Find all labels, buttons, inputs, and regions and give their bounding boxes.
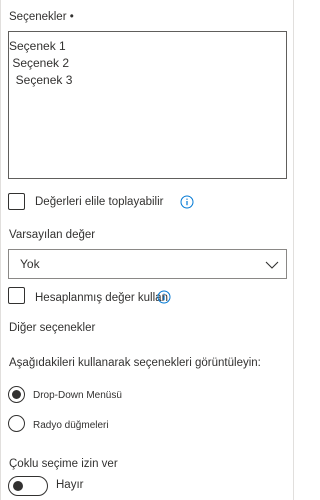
default-value-label: Varsayılan değer: [9, 229, 96, 241]
fill-in-label: Değerleri elile toplayabilir: [35, 196, 164, 208]
radio-dropdown-menu[interactable]: [8, 386, 25, 403]
choices-textarea[interactable]: Seçenek 1 Seçenek 2 Seçenek 3: [8, 31, 287, 179]
fill-in-checkbox[interactable]: [8, 193, 25, 210]
info-icon[interactable]: [180, 195, 194, 209]
calculated-value-label: Hesaplanmış değer kullan: [35, 292, 168, 304]
choices-label: Seçenekler •: [9, 11, 74, 23]
multi-select-label: Çoklu seçime izin ver: [9, 458, 118, 470]
choice-line-3: Seçenek 3: [9, 73, 73, 87]
radio-radio-buttons-label: Radyo düğmeleri: [33, 420, 109, 431]
other-options-heading: Diğer seçenekler: [9, 322, 96, 334]
radio-dropdown-menu-label: Drop-Down Menüsü: [33, 390, 122, 401]
radio-radio-buttons[interactable]: [8, 415, 25, 432]
column-settings-panel: Seçenekler • Seçenek 1 Seçenek 2 Seçenek…: [0, 0, 294, 500]
choice-line-1: Seçenek 1: [9, 39, 66, 53]
display-choices-label: Aşağıdakileri kullanarak seçenekleri gör…: [9, 357, 261, 369]
toggle-knob: [13, 481, 23, 491]
chevron-down-icon: [265, 258, 279, 272]
calculated-value-checkbox[interactable]: [8, 287, 25, 304]
default-value-selected: Yok: [20, 257, 40, 271]
choice-line-2: Seçenek 2: [9, 56, 70, 70]
multi-select-toggle-label: Hayır: [56, 479, 84, 491]
multi-select-toggle[interactable]: [8, 476, 48, 496]
default-value-dropdown[interactable]: Yok: [8, 249, 287, 279]
info-icon[interactable]: [157, 290, 171, 304]
